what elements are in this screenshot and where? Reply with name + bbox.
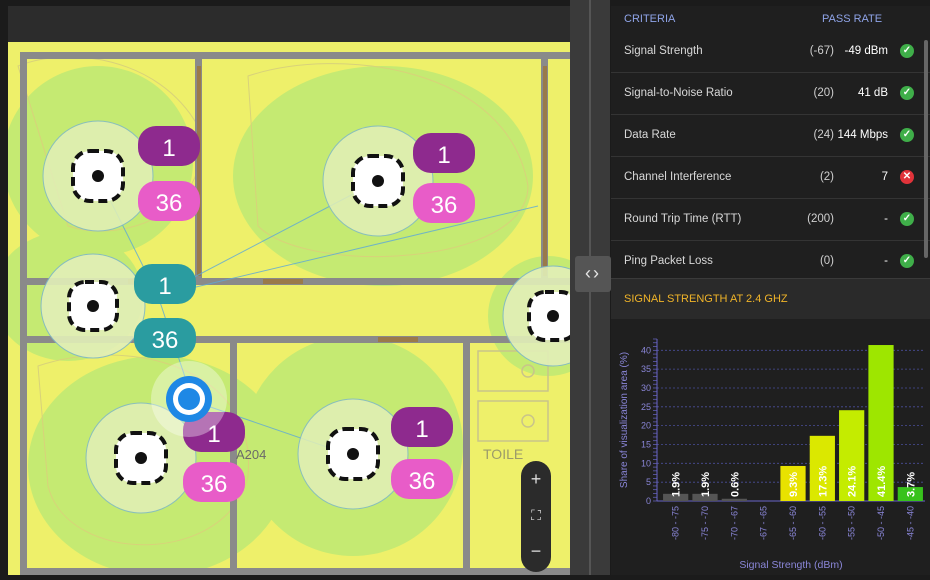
y-tick-label: 30 — [641, 383, 651, 393]
y-tick-label: 15 — [641, 439, 651, 449]
criteria-name: Data Rate — [624, 129, 676, 141]
ap2-number: 36 — [431, 192, 458, 219]
criteria-value: 41 dB — [857, 87, 888, 99]
bar-data-label: 24.1% — [847, 466, 859, 497]
pass-rate-column-header: PASS RATE — [822, 13, 883, 25]
pass-check-icon: ✓ — [900, 254, 914, 268]
y-axis-label: Share of visualization area (%) — [619, 352, 630, 488]
criteria-panel: CRITERIA PASS RATE Signal Strength (-67) -… — [611, 6, 930, 575]
x-tick-label: -55 - -50 — [847, 506, 857, 540]
x-tick-label: -65 - -60 — [788, 506, 798, 540]
y-tick-label: 20 — [641, 421, 651, 431]
criteria-value: -49 dBm — [844, 45, 888, 57]
criteria-threshold: (200) — [807, 213, 834, 225]
criteria-header: CRITERIA PASS RATE — [611, 6, 930, 31]
fail-x-icon: ✕ — [900, 170, 914, 184]
x-tick-label: -70 - -67 — [729, 506, 739, 540]
y-tick-label: 40 — [641, 345, 651, 355]
floor-plan-map[interactable]: TOILE A204 1 36 1 36 1 36 1 36 1 36 — [8, 6, 570, 575]
x-tick-label: -80 - -75 — [671, 506, 681, 540]
x-axis-label: Signal Strength (dBm) — [739, 559, 842, 571]
ap5-number: 36 — [409, 468, 436, 495]
ap1-channel: 1 — [162, 135, 175, 162]
bar-data-label: 41.4% — [876, 466, 888, 497]
y-tick-label: 0 — [646, 496, 651, 506]
pass-check-icon: ✓ — [900, 128, 914, 142]
zoom-in-button[interactable]: + — [521, 461, 551, 497]
zoom-fit-button[interactable]: ⛶ — [521, 497, 551, 533]
criteria-name: Ping Packet Loss — [624, 255, 713, 267]
bar-data-label: 0.6% — [729, 472, 741, 497]
ap5-channel: 1 — [415, 416, 428, 443]
signal-strength-chart: 0 5 10 15 20 25 30 35 40 Share of visualization a… — [611, 319, 930, 575]
criteria-name: Round Trip Time (RTT) — [624, 213, 742, 225]
ap4-number: 36 — [201, 471, 228, 498]
x-tick-label: -75 - -70 — [700, 506, 710, 540]
criteria-threshold: (20) — [813, 87, 834, 99]
ap3-channel: 1 — [158, 273, 171, 300]
scrollbar[interactable] — [924, 40, 928, 258]
y-tick-label: 35 — [641, 364, 651, 374]
chart-bar — [721, 498, 747, 501]
location-marker-icon[interactable] — [151, 361, 227, 437]
zoom-out-button[interactable]: − — [521, 533, 551, 569]
pass-check-icon: ✓ — [900, 86, 914, 100]
x-tick-label: -60 - -55 — [817, 506, 827, 540]
criteria-threshold: (0) — [819, 255, 834, 267]
criteria-name: Channel Interference — [624, 171, 732, 183]
criteria-value: - — [884, 255, 888, 267]
criteria-threshold: (-67) — [809, 45, 834, 57]
ap2-channel: 1 — [437, 142, 450, 169]
y-tick-label: 25 — [641, 402, 651, 412]
ap1-number: 36 — [156, 190, 183, 217]
criteria-name: Signal-to-Noise Ratio — [624, 87, 733, 99]
x-tick-label: -67 - -65 — [759, 506, 769, 540]
ap3-number: 36 — [152, 327, 179, 354]
criteria-name: Signal Strength — [624, 45, 703, 57]
x-tick-label: -45 - -40 — [905, 506, 915, 540]
bar-data-label: 17.3% — [817, 466, 829, 497]
criteria-value: 144 Mbps — [837, 129, 888, 141]
collapse-toggle-icon[interactable]: ‹› — [575, 256, 611, 292]
bar-data-label: 9.3% — [788, 472, 800, 497]
pass-check-icon: ✓ — [900, 212, 914, 226]
room-label-a204: A204 — [236, 447, 266, 462]
criteria-row[interactable]: Channel Interference (2) 7 ✕ — [611, 157, 930, 199]
x-tick-label: -50 - -45 — [876, 506, 886, 540]
criteria-row[interactable]: Data Rate (24) 144 Mbps ✓ — [611, 115, 930, 157]
criteria-threshold: (24) — [813, 129, 834, 141]
signal-section-title: SIGNAL STRENGTH AT 2.4 GHZ — [624, 293, 788, 305]
criteria-row[interactable]: Signal Strength (-67) -49 dBm ✓ — [611, 31, 930, 73]
criteria-row[interactable]: Signal-to-Noise Ratio (20) 41 dB ✓ — [611, 73, 930, 115]
room-label-toile: TOILE — [483, 446, 523, 462]
criteria-list: Signal Strength (-67) -49 dBm ✓ Signal-to-No… — [611, 31, 930, 283]
criteria-row[interactable]: Round Trip Time (RTT) (200) - ✓ — [611, 199, 930, 241]
criteria-value: - — [884, 213, 888, 225]
bar-data-label: 3.7% — [905, 472, 917, 497]
criteria-row[interactable]: Ping Packet Loss (0) - ✓ — [611, 241, 930, 283]
signal-section-header: SIGNAL STRENGTH AT 2.4 GHZ — [611, 278, 930, 319]
criteria-value: 7 — [881, 171, 888, 183]
y-tick-label: 10 — [641, 458, 651, 468]
criteria-threshold: (2) — [819, 171, 834, 183]
y-tick-label: 5 — [646, 477, 651, 487]
bar-data-label: 1.9% — [671, 472, 683, 497]
criteria-column-header: CRITERIA — [624, 13, 676, 25]
zoom-controls: + ⛶ − — [521, 461, 551, 572]
pass-check-icon: ✓ — [900, 44, 914, 58]
bar-data-label: 1.9% — [700, 472, 712, 497]
